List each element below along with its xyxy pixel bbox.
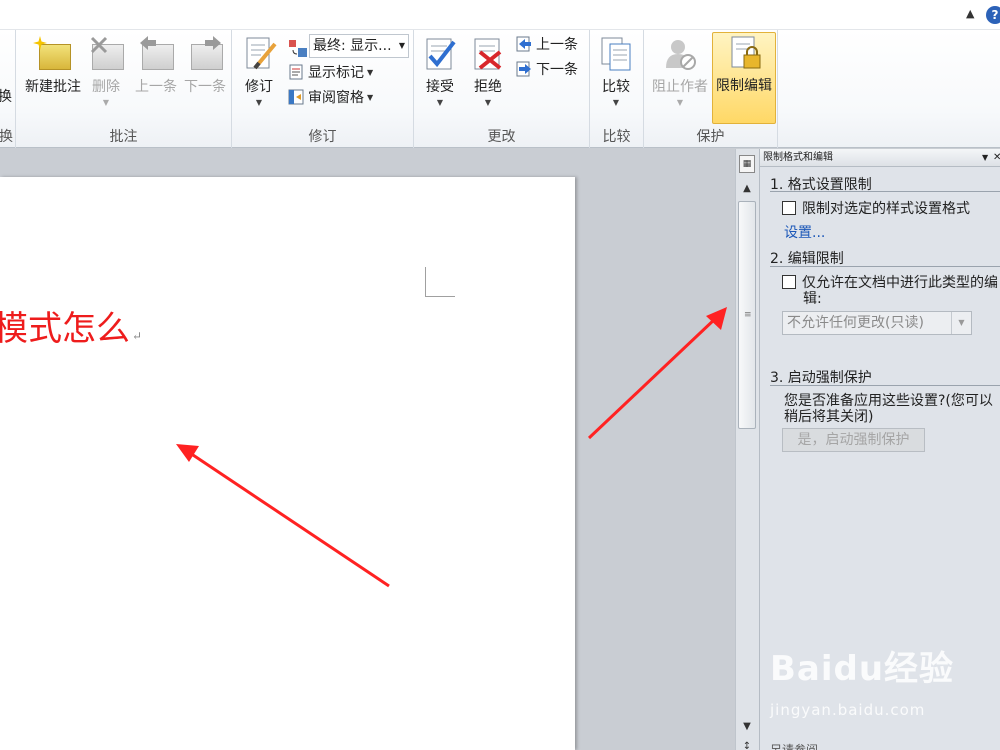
minimize-ribbon-icon[interactable]: ▲	[966, 7, 974, 20]
next-change-button[interactable]: 下一条	[516, 59, 578, 81]
restrict-editing-button[interactable]: 限制编辑	[712, 32, 776, 124]
reviewing-pane-icon	[288, 89, 304, 105]
close-icon[interactable]: ✕	[993, 149, 1000, 166]
compare-button[interactable]: 比较 ▼	[590, 34, 642, 112]
delete-comment-button[interactable]: 删除 ▼	[84, 34, 128, 112]
chevron-down-icon: ▼	[951, 312, 971, 334]
scroll-thumb[interactable]: ≡	[738, 201, 756, 429]
document-page[interactable]: 模式怎么 ↵	[0, 177, 575, 750]
formatting-restriction-checkbox[interactable]: 限制对选定的样式设置格式	[782, 198, 970, 218]
paragraph-mark-icon: ↵	[132, 329, 143, 343]
track-changes-icon	[241, 36, 277, 72]
section-enforce-heading: 3. 启动强制保护	[770, 370, 872, 386]
see-also-label: 另请参阅	[770, 743, 819, 750]
ribbon-group-compare: 比较 ▼ 比较	[590, 30, 644, 148]
previous-change-button[interactable]: 上一条	[516, 34, 578, 56]
editing-restriction-label-cont: 辑:	[803, 291, 822, 307]
tracking-group-label: 修订	[308, 129, 337, 145]
scroll-up-icon[interactable]: ▲	[736, 181, 758, 197]
restrict-editing-icon	[726, 35, 762, 71]
title-strip: ▲ ?	[0, 0, 1000, 30]
show-markup-button[interactable]: 显示标记 ▼	[288, 62, 373, 84]
document-workarea: 模式怎么 ↵	[0, 149, 735, 750]
scroll-down-icon[interactable]: ▼	[736, 719, 758, 735]
new-comment-button[interactable]: 新建批注	[18, 34, 88, 112]
next-comment-icon	[187, 36, 223, 72]
divider	[770, 191, 1000, 192]
divider	[770, 385, 1000, 386]
reviewing-pane-button[interactable]: 审阅窗格 ▼	[288, 87, 373, 109]
delete-comment-icon	[88, 36, 124, 72]
reject-button[interactable]: 拒绝 ▼	[462, 34, 514, 112]
ribbon-group-changes: 接受 ▼ 拒绝 ▼ 上一条 下一条 更改	[414, 30, 590, 148]
reject-icon	[470, 36, 506, 72]
accept-icon	[422, 36, 458, 72]
partial-button[interactable]: 换	[0, 86, 12, 108]
partial-group-label: 换	[0, 129, 13, 145]
previous-comment-button[interactable]: 上一条	[130, 34, 182, 112]
display-for-review-icon	[288, 38, 308, 58]
comments-group-label: 批注	[109, 129, 138, 145]
ribbon-group-partial: 换 换	[0, 30, 16, 148]
watermark-url: jingyan.baidu.com	[770, 701, 926, 719]
margin-marker	[425, 267, 455, 297]
previous-change-icon	[516, 36, 532, 52]
new-comment-icon	[33, 36, 71, 72]
ribbon-group-comments: 新建批注 删除 ▼ 上一条 下一条 批注	[16, 30, 232, 148]
next-comment-button[interactable]: 下一条	[180, 34, 230, 112]
editing-type-select[interactable]: 不允许任何更改(只读) ▼	[782, 311, 972, 335]
display-for-review-select[interactable]: 最终: 显示... ▼	[309, 34, 409, 58]
split-handle-icon[interactable]: ↕	[736, 739, 758, 750]
vertical-scrollbar[interactable]: ▦ ▲ ≡ ▼ ↕	[735, 149, 759, 750]
block-authors-button[interactable]: 阻止作者 ▼	[648, 34, 712, 112]
next-change-icon	[516, 61, 532, 77]
baidu-watermark-logo: Baidu经验 jingyan.baidu.com	[770, 649, 955, 719]
show-markup-icon	[288, 64, 304, 80]
settings-link[interactable]: 设置...	[784, 222, 825, 242]
ribbon: 换 换 新建批注 删除 ▼ 上一条 下一条 批注 修订 ▼ 最终: 显示... …	[0, 30, 1000, 148]
ribbon-group-tracking: 修订 ▼ 最终: 显示... ▼ 显示标记 ▼ 审阅窗格 ▼ 修订	[232, 30, 414, 148]
previous-comment-icon	[138, 36, 174, 72]
grip-icon: ≡	[744, 310, 752, 320]
document-text[interactable]: 模式怎么 ↵	[0, 301, 142, 350]
help-icon[interactable]: ?	[986, 6, 1000, 24]
compare-icon	[598, 36, 634, 72]
compare-group-label: 比较	[602, 129, 631, 145]
pane-options-icon[interactable]: ▼	[982, 149, 988, 166]
checkbox[interactable]	[782, 275, 796, 289]
ruler-toggle-icon[interactable]: ▦	[739, 155, 755, 173]
block-authors-icon	[662, 36, 698, 72]
dropdown-arrow-icon: ▼	[398, 41, 405, 50]
checkbox[interactable]	[782, 201, 796, 215]
protect-group-label: 保护	[696, 129, 725, 145]
start-enforcing-button[interactable]: 是，启动强制保护	[782, 428, 925, 452]
accept-button[interactable]: 接受 ▼	[414, 34, 466, 112]
pane-title: 限制格式和编辑 ▼ ✕	[760, 149, 1000, 167]
divider	[770, 266, 1000, 267]
enforce-description-cont: 稍后将其关闭)	[784, 409, 874, 425]
section-editing-heading: 2. 编辑限制	[770, 251, 844, 267]
changes-group-label: 更改	[487, 129, 516, 145]
ribbon-group-protect: 阻止作者 ▼ 限制编辑 保护	[644, 30, 778, 148]
track-changes-button[interactable]: 修订 ▼	[234, 34, 284, 112]
